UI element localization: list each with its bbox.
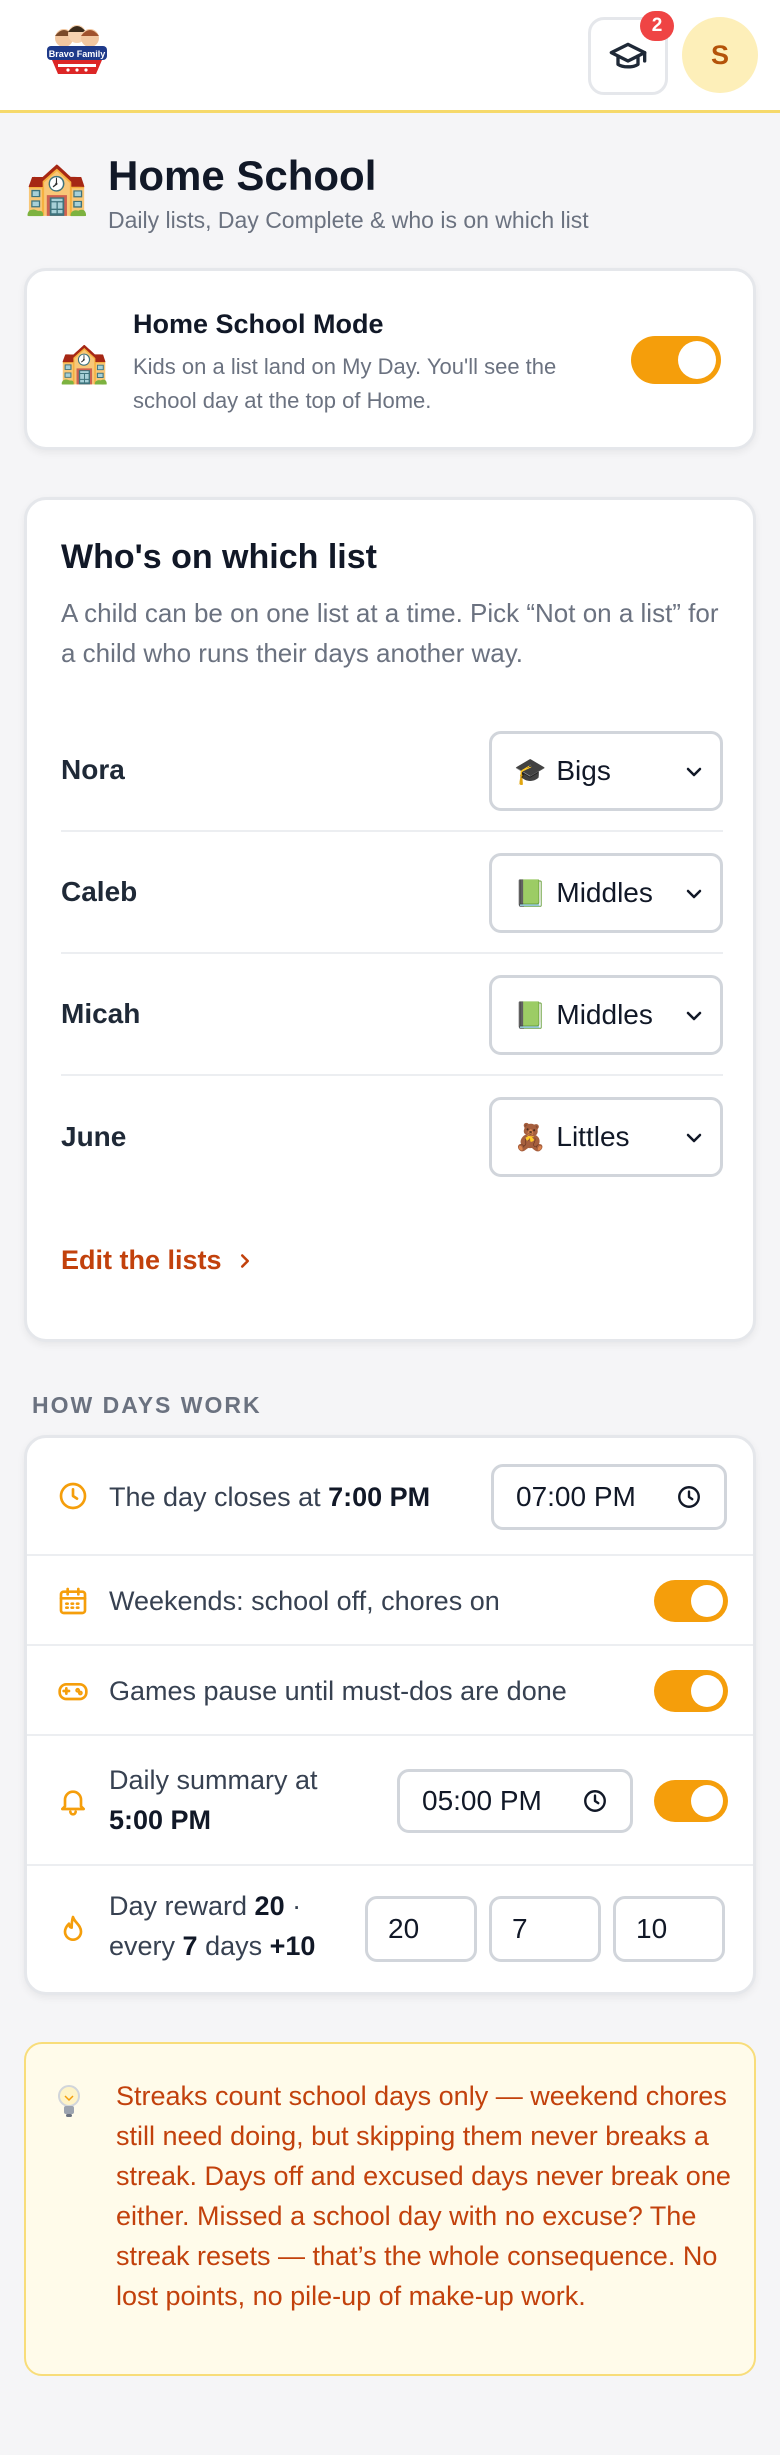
home-school-mode-title: Home School Mode xyxy=(133,309,384,339)
toggle-knob xyxy=(678,341,716,379)
daily-summary-time-input[interactable]: 05:00 PM xyxy=(397,1769,633,1833)
toggle-knob xyxy=(691,1675,723,1707)
lists-card-title: Who's on which list xyxy=(61,538,377,576)
list-select[interactable]: 🎓 Bigs xyxy=(489,731,723,811)
chevron-down-icon xyxy=(686,889,702,899)
child-row: Micah 📗 Middles xyxy=(61,954,723,1076)
top-bar: Bravo Family 2 S xyxy=(0,0,780,113)
day-reward-points-input[interactable]: 20 xyxy=(365,1896,477,1962)
section-heading: HOW DAYS WORK xyxy=(32,1392,262,1418)
list-select-value: Bigs xyxy=(556,755,611,786)
calendar-icon xyxy=(59,1587,87,1615)
list-select[interactable]: 📗 Middles xyxy=(489,975,723,1055)
list-select-value: Middles xyxy=(556,999,653,1030)
list-select-value: Middles xyxy=(556,877,653,908)
edit-lists-label: Edit the lists xyxy=(61,1245,222,1275)
user-avatar[interactable]: S xyxy=(682,17,758,93)
logo-text: Bravo Family xyxy=(49,49,106,59)
clock-icon xyxy=(584,1790,606,1812)
clock-icon xyxy=(678,1486,700,1508)
day-closes-label: The day closes at 7:00 PM xyxy=(109,1482,431,1512)
lists-card-description: A child can be on one list at a time. Pi… xyxy=(61,598,719,668)
list-select[interactable]: 📗 Middles xyxy=(489,853,723,933)
day-close-time-input[interactable]: 07:00 PM xyxy=(491,1464,727,1530)
home-school-mode-toggle[interactable] xyxy=(631,336,721,384)
green-book-icon: 📗 xyxy=(514,999,547,1030)
weekends-row: Weekends: school off, chores on xyxy=(27,1556,753,1646)
day-close-time-value: 07:00 PM xyxy=(516,1481,636,1512)
games-pause-row: Games pause until must-dos are done xyxy=(27,1646,753,1736)
page-subtitle: Daily lists, Day Complete & who is on wh… xyxy=(108,207,589,233)
bell-icon xyxy=(61,1790,85,1816)
toggle-knob xyxy=(691,1585,723,1617)
games-pause-label: Games pause until must-dos are done xyxy=(109,1676,567,1706)
lists-card: Who's on which list A child can be on on… xyxy=(24,497,756,1342)
chevron-down-icon xyxy=(686,1133,702,1143)
bravo-family-logo[interactable]: Bravo Family xyxy=(44,24,110,78)
gamepad-icon xyxy=(58,1683,88,1701)
graduation-cap-icon: 🎓 xyxy=(514,755,547,786)
daily-summary-label: Daily summary at 5:00 PM xyxy=(109,1765,318,1835)
list-select-value: Littles xyxy=(556,1121,630,1152)
edit-lists-link[interactable]: Edit the lists xyxy=(61,1245,256,1276)
toggle-knob xyxy=(691,1785,723,1817)
streak-info-text: Streaks count school days only — weekend… xyxy=(116,2081,731,2311)
green-book-icon: 📗 xyxy=(514,877,547,908)
page-title: Home School xyxy=(108,152,377,199)
games-pause-toggle[interactable] xyxy=(654,1670,728,1712)
school-icon: 🏫 xyxy=(24,159,89,217)
home-school-mode-description: Kids on a list land on My Day. You'll se… xyxy=(133,354,557,413)
chevron-down-icon xyxy=(686,1011,702,1021)
weekends-label: Weekends: school off, chores on xyxy=(109,1586,500,1616)
child-name: Nora xyxy=(61,754,125,785)
daily-summary-toggle[interactable] xyxy=(654,1780,728,1822)
how-days-work-card: The day closes at 7:00 PM 07:00 PM Weeke… xyxy=(24,1435,756,1995)
streak-days-input[interactable]: 7 xyxy=(489,1896,601,1962)
flame-icon xyxy=(63,1915,83,1941)
chevron-down-icon xyxy=(686,767,702,777)
day-reward-row: Day reward 20 · every 7 days +10 20 7 10 xyxy=(27,1866,753,1992)
streak-info-note: Streaks count school days only — weekend… xyxy=(24,2042,756,2376)
weekends-toggle[interactable] xyxy=(654,1580,728,1622)
notification-badge: 2 xyxy=(640,11,674,41)
lightbulb-icon xyxy=(58,2085,80,2117)
child-row: Nora 🎓 Bigs xyxy=(61,710,723,832)
teddy-bear-icon: 🧸 xyxy=(514,1121,547,1152)
school-icon: 🏫 xyxy=(59,341,109,385)
streak-bonus-input[interactable]: 10 xyxy=(613,1896,725,1962)
day-closes-row: The day closes at 7:00 PM 07:00 PM xyxy=(27,1438,753,1556)
chevron-right-icon xyxy=(240,1253,249,1268)
home-school-mode-card: 🏫 Home School Mode Kids on a list land o… xyxy=(24,268,756,450)
child-name: June xyxy=(61,1121,127,1152)
child-row: June 🧸 Littles xyxy=(61,1076,723,1198)
clock-icon xyxy=(59,1482,87,1510)
child-row: Caleb 📗 Middles xyxy=(61,832,723,954)
daily-summary-time-value: 05:00 PM xyxy=(422,1785,542,1816)
child-name: Caleb xyxy=(61,876,138,907)
day-reward-label: Day reward 20 · every 7 days +10 xyxy=(109,1891,316,1961)
child-name: Micah xyxy=(61,998,141,1029)
list-select[interactable]: 🧸 Littles xyxy=(489,1097,723,1177)
daily-summary-row: Daily summary at 5:00 PM 05:00 PM xyxy=(27,1736,753,1866)
graduation-cap-icon xyxy=(609,42,647,69)
